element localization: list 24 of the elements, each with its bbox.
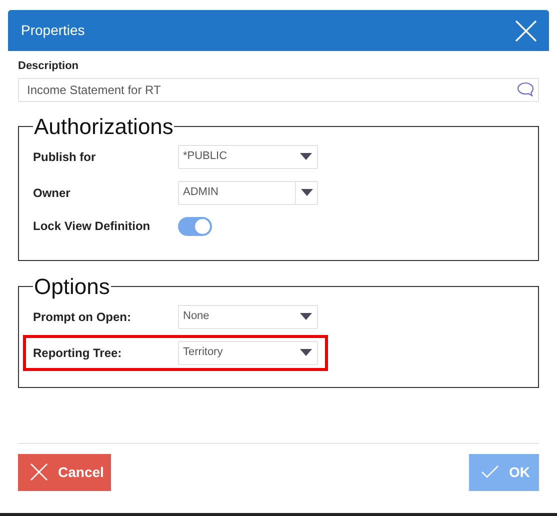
field-label: Owner — [33, 184, 72, 202]
cancel-button[interactable]: Cancel — [18, 454, 111, 490]
field-label: Reporting Tree: — [33, 344, 123, 362]
dropdown-arrow-icon — [300, 189, 312, 196]
close-icon — [30, 463, 48, 481]
dropdown-arrow-icon — [300, 313, 312, 320]
comment-icon — [517, 82, 534, 97]
field-label: Lock View Definition — [33, 218, 152, 235]
dropdown-field[interactable]: None — [178, 304, 318, 328]
dropdown-arrow-icon — [300, 349, 312, 356]
close-button[interactable] — [515, 20, 537, 42]
field-label: Prompt on Open: — [33, 308, 132, 326]
combo-field[interactable]: ADMIN — [178, 180, 318, 204]
dialog-title: Properties — [21, 21, 85, 40]
section-title: Authorizations — [33, 114, 174, 138]
description-label: Description — [18, 59, 80, 74]
field-label: Publish for — [33, 148, 97, 166]
toggle-switch[interactable] — [178, 216, 212, 236]
check-icon — [481, 465, 499, 479]
description-field[interactable]: Income Statement for RT — [18, 78, 539, 102]
dropdown-field[interactable]: *PUBLIC — [178, 144, 318, 168]
dropdown-arrow-icon — [300, 153, 312, 160]
dropdown-field[interactable]: Territory — [178, 340, 318, 364]
section-title: Options — [33, 274, 111, 298]
